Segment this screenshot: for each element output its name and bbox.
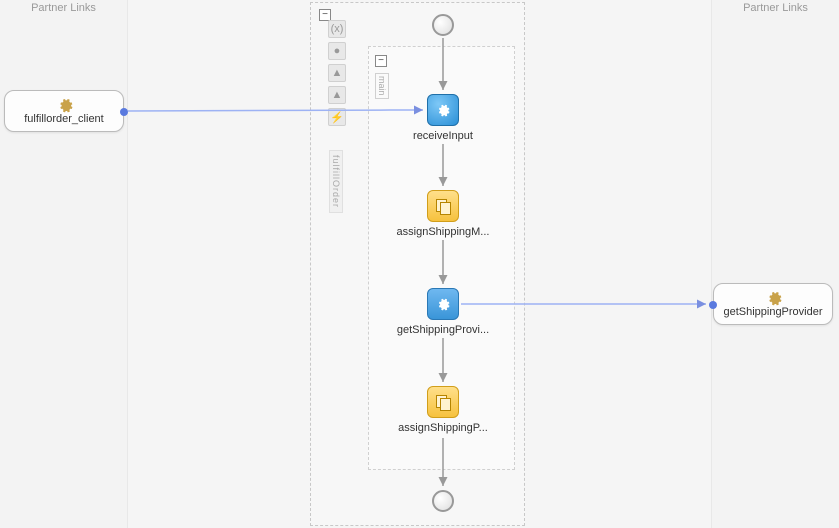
- partner-link-shipping-provider[interactable]: getShippingProvider: [713, 283, 833, 325]
- assign-icon: [436, 395, 450, 409]
- gear-icon: [436, 103, 450, 117]
- partner-link-icon: [57, 97, 71, 111]
- port-icon: [120, 108, 128, 116]
- palette-tool-sensor-icon[interactable]: ●: [328, 42, 346, 60]
- tool-palette: (x) ● ▲ ▲ ⚡: [328, 20, 346, 126]
- right-panel-title: Partner Links: [712, 2, 839, 14]
- partner-link-icon: [766, 290, 780, 304]
- palette-tool-event-icon[interactable]: ⚡: [328, 108, 346, 126]
- activity-assign-shipping-method-label: assignShippingM...: [383, 226, 503, 238]
- right-partner-links-panel: Partner Links: [711, 0, 839, 528]
- activity-assign-shipping-provider[interactable]: [427, 386, 459, 418]
- palette-tool-triangle2-icon[interactable]: ▲: [328, 86, 346, 104]
- assign-icon: [436, 199, 450, 213]
- gear-icon: [436, 297, 450, 311]
- partner-link-shipping-provider-label: getShippingProvider: [723, 306, 822, 318]
- activity-receive-input[interactable]: [427, 94, 459, 126]
- activity-assign-shipping-method[interactable]: [427, 190, 459, 222]
- activity-get-shipping-provider-label: getShippingProvi...: [383, 324, 503, 336]
- left-panel-title: Partner Links: [0, 2, 127, 14]
- activity-receive-input-label: receiveInput: [383, 130, 503, 142]
- palette-tool-variable-icon[interactable]: (x): [328, 20, 346, 38]
- port-icon: [709, 301, 717, 309]
- partner-link-client[interactable]: fulfillorder_client: [4, 90, 124, 132]
- left-partner-links-panel: Partner Links: [0, 0, 128, 528]
- activity-get-shipping-provider[interactable]: [427, 288, 459, 320]
- collapse-toggle-main[interactable]: −: [375, 55, 387, 67]
- process-name-label: fulfillOrder: [329, 150, 343, 213]
- main-scope-tag: main: [375, 73, 389, 99]
- end-event-icon[interactable]: [432, 490, 454, 512]
- start-event-icon[interactable]: [432, 14, 454, 36]
- palette-tool-triangle-icon[interactable]: ▲: [328, 64, 346, 82]
- partner-link-client-label: fulfillorder_client: [24, 113, 103, 125]
- activity-assign-shipping-provider-label: assignShippingP...: [383, 422, 503, 434]
